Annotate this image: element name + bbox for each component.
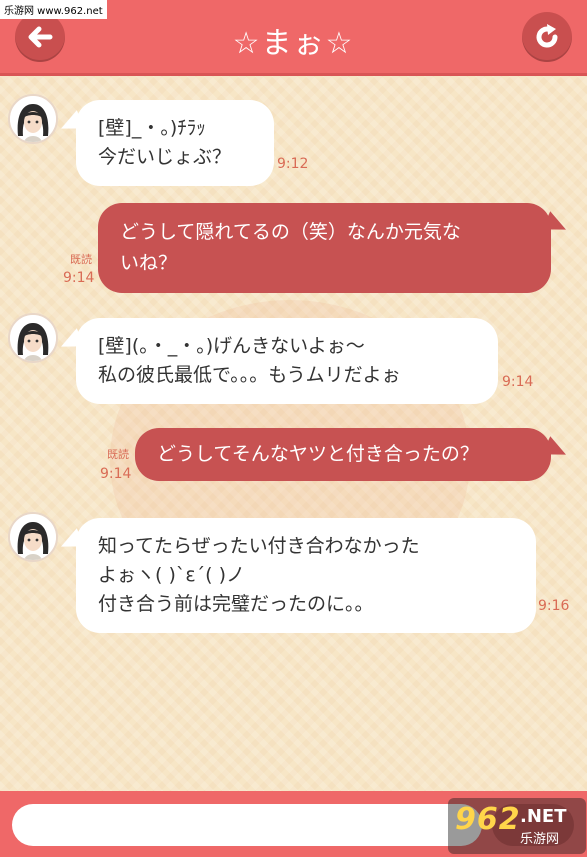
message-line: どうして隠れてるの（笑）なんか元気な <box>120 221 461 243</box>
message-time: 9:12 <box>277 156 309 172</box>
message-bubble-outgoing[interactable]: どうしてそんなヤツと付き合ったの？ <box>135 428 551 481</box>
message-time: 9:14 <box>100 466 132 482</box>
message-bubble-incoming[interactable]: [壁]_・。)ﾁﾗｯ 今だいじょぶ？ <box>76 100 274 186</box>
message-line: [壁]_・。)ﾁﾗｯ <box>98 117 206 139</box>
girl-avatar-icon <box>10 315 56 361</box>
message-bubble-incoming[interactable]: 知ってたらぜったい付き合わなかった よぉヽ( )`ε´( )ノ 付き合う前は完璧… <box>76 518 536 633</box>
message-line: よぉヽ( )`ε´( )ノ <box>98 564 245 586</box>
read-receipt: 既読 <box>107 448 129 461</box>
girl-avatar-icon <box>10 96 56 142</box>
girl-avatar-icon <box>10 514 56 560</box>
message-bubble-incoming[interactable]: [壁](。・_・。)げんきないよぉ～ 私の彼氏最低で。。。もうムリだよぉ <box>76 318 498 404</box>
message-time: 9:14 <box>63 270 95 286</box>
message-line: 私の彼氏最低で。。。もうムリだよぉ <box>98 364 401 386</box>
avatar[interactable] <box>8 313 58 363</box>
message-line: 今だいじょぶ？ <box>98 146 232 168</box>
message-line: 知ってたらぜったい付き合わなかった <box>98 535 420 557</box>
message-time: 9:14 <box>502 374 534 390</box>
message-line: [壁](。・_・。)げんきないよぉ～ <box>98 335 365 357</box>
watermark-logo-cn: 乐游网 <box>520 832 560 847</box>
message-input[interactable] <box>12 804 482 846</box>
watermark-logo-number: 962 <box>455 802 521 837</box>
watermark-text: 乐游网 www.962.net <box>0 0 107 19</box>
message-bubble-outgoing[interactable]: どうして隠れてるの（笑）なんか元気な いね？ <box>98 203 551 293</box>
watermark-logo-net: .NET <box>520 806 567 827</box>
message-line: どうしてそんなヤツと付き合ったの？ <box>157 443 479 465</box>
avatar[interactable] <box>8 512 58 562</box>
message-line: 付き合う前は完璧だったのに。。 <box>98 593 374 615</box>
avatar[interactable] <box>8 94 58 144</box>
chat-title: ☆まぉ☆ <box>232 26 355 61</box>
message-time: 9:16 <box>538 598 570 614</box>
message-line: いね？ <box>120 252 178 274</box>
reload-button[interactable] <box>522 12 572 62</box>
read-receipt: 既読 <box>70 253 92 266</box>
reload-icon <box>536 24 558 48</box>
